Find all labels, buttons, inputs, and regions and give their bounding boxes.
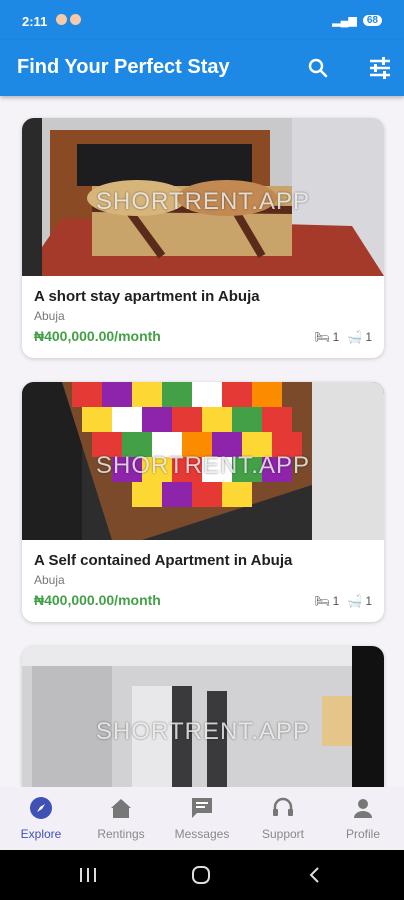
listing-location: Abuja <box>34 309 65 323</box>
listing-price: ₦400,000.00/month <box>34 592 161 608</box>
listing-photo: SHORTRENT.APP <box>22 118 384 276</box>
listing-card[interactable]: SHORTRENT.APP A short stay apartment in … <box>22 118 384 358</box>
status-right: ▂▄▆ 68 <box>332 14 382 27</box>
status-bar: 2:11 ▂▄▆ 68 <box>0 0 404 40</box>
bed-icon: 🛏 <box>314 330 330 344</box>
listing-card[interactable]: SHORTRENT.APP A Self contained Apartment… <box>22 382 384 622</box>
nav-profile[interactable]: Profile <box>323 795 403 841</box>
nav-explore[interactable]: Explore <box>1 795 81 841</box>
listing-photo: SHORTRENT.APP <box>22 646 384 787</box>
listing-card[interactable]: SHORTRENT.APP <box>22 646 384 787</box>
page-title: Find Your Perfect Stay <box>17 56 230 78</box>
back-icon[interactable] <box>305 865 325 885</box>
search-icon[interactable] <box>304 54 332 82</box>
status-time: 2:11 <box>22 14 48 29</box>
headset-icon <box>273 797 293 816</box>
signal-icon: ▂▄▆ <box>332 15 357 27</box>
watermark: SHORTRENT.APP <box>96 452 310 479</box>
listing-location: Abuja <box>34 573 65 587</box>
bath-icon: 🛁 <box>347 330 363 344</box>
listing-meta: 🛏 1 🛁 1 <box>314 594 372 608</box>
compass-icon <box>30 797 52 819</box>
filter-icon[interactable] <box>366 54 394 82</box>
nav-messages[interactable]: Messages <box>162 795 242 841</box>
recents-icon[interactable] <box>78 865 98 885</box>
nav-rentings[interactable]: Rentings <box>81 795 161 841</box>
listing-title: A Self contained Apartment in Abuja <box>34 552 293 569</box>
bed-count: 1 <box>332 594 340 608</box>
battery-icon: 68 <box>362 15 382 26</box>
chat-icon <box>192 798 212 818</box>
nav-label: Explore <box>20 827 62 841</box>
bed-icon: 🛏 <box>314 594 330 608</box>
nav-support[interactable]: Support <box>243 795 323 841</box>
home-icon[interactable] <box>190 864 212 886</box>
bath-count: 1 <box>365 594 372 608</box>
nav-label: Profile <box>345 827 380 841</box>
listing-price: ₦400,000.00/month <box>34 328 161 344</box>
person-icon <box>354 799 372 818</box>
nav-label: Rentings <box>97 827 145 841</box>
nav-label: Messages <box>174 827 230 841</box>
bath-count: 1 <box>365 330 372 344</box>
nav-label: Support <box>261 827 305 841</box>
watermark: SHORTRENT.APP <box>96 188 310 215</box>
listing-photo: SHORTRENT.APP <box>22 382 384 540</box>
bed-count: 1 <box>332 330 340 344</box>
system-nav-bar <box>0 850 404 900</box>
listing-title: A short stay apartment in Abuja <box>34 288 260 305</box>
watermark: SHORTRENT.APP <box>96 718 310 745</box>
notification-icons <box>56 14 81 25</box>
listing-meta: 🛏 1 🛁 1 <box>314 330 372 344</box>
app-bar: Find Your Perfect Stay <box>0 40 404 96</box>
house-icon <box>111 799 131 818</box>
bath-icon: 🛁 <box>347 594 363 608</box>
bottom-nav: Explore Rentings Messages Support Profil… <box>0 787 404 850</box>
